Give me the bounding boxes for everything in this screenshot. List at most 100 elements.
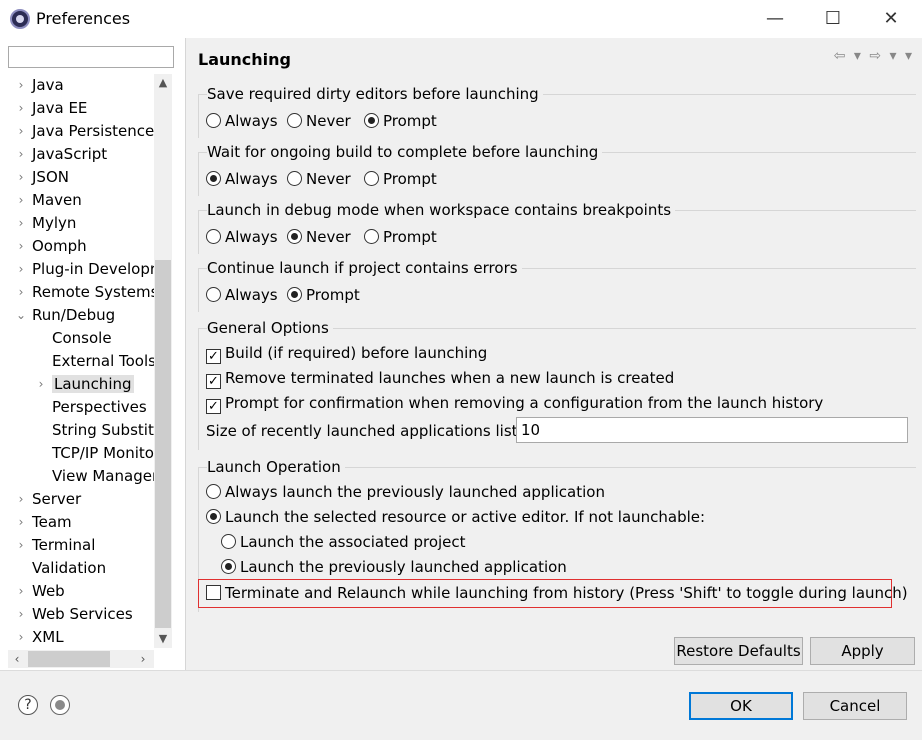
tree-item-validation[interactable]: Validation — [14, 557, 106, 579]
radio-icon[interactable] — [206, 287, 221, 302]
save-prompt-radio[interactable]: Prompt — [364, 111, 437, 131]
tree-item-view-manager[interactable]: View Manager — [34, 465, 156, 487]
tree-item-java[interactable]: › Java — [14, 74, 64, 96]
collapsed-arrow-icon[interactable]: › — [14, 580, 28, 602]
wait-never-radio[interactable]: Never — [287, 169, 351, 189]
collapsed-arrow-icon[interactable]: › — [14, 603, 28, 625]
collapsed-arrow-icon[interactable]: › — [14, 626, 28, 648]
radio-icon[interactable] — [206, 113, 221, 128]
save-always-radio[interactable]: Always — [206, 111, 278, 131]
tree-item-java-ee[interactable]: › Java EE — [14, 97, 88, 119]
debug-never-radio[interactable]: Never — [287, 227, 351, 247]
checkmark-icon[interactable]: ✓ — [206, 374, 221, 389]
scroll-left-icon[interactable]: ‹ — [8, 650, 26, 668]
tree-item-xml[interactable]: › XML — [14, 626, 64, 648]
collapsed-arrow-icon[interactable]: › — [34, 373, 48, 395]
collapsed-arrow-icon[interactable]: › — [14, 97, 28, 119]
tree-item-mylyn[interactable]: › Mylyn — [14, 212, 77, 234]
continue-always-radio[interactable]: Always — [206, 285, 278, 305]
close-button[interactable]: ✕ — [862, 0, 920, 38]
minimize-button[interactable]: — — [746, 0, 804, 38]
scroll-right-icon[interactable]: › — [134, 650, 152, 668]
radio-icon[interactable] — [206, 229, 221, 244]
prompt-confirmation-checkbox[interactable]: ✓ Prompt for confirmation when removing a… — [206, 393, 823, 414]
tree-item-run-debug[interactable]: ⌄ Run/Debug — [14, 304, 115, 326]
scroll-up-icon[interactable]: ▲ — [154, 74, 172, 92]
terminate-relaunch-checkbox[interactable]: Terminate and Relaunch while launching f… — [206, 583, 908, 603]
collapsed-arrow-icon[interactable]: › — [14, 511, 28, 533]
apply-button[interactable]: Apply — [810, 637, 915, 665]
checkbox-icon[interactable] — [206, 585, 221, 600]
radio-icon[interactable] — [364, 171, 379, 186]
debug-prompt-radio[interactable]: Prompt — [364, 227, 437, 247]
tree-item-tcp-ip-monito[interactable]: TCP/IP Monito — [34, 442, 154, 464]
tree-item-maven[interactable]: › Maven — [14, 189, 82, 211]
expanded-arrow-icon[interactable]: ⌄ — [14, 304, 28, 326]
collapsed-arrow-icon[interactable]: › — [14, 212, 28, 234]
radio-icon[interactable] — [287, 113, 302, 128]
always-launch-previous-radio[interactable]: Always launch the previously launched ap… — [206, 482, 605, 502]
hscroll-thumb[interactable] — [28, 651, 110, 667]
continue-prompt-radio[interactable]: Prompt — [287, 285, 360, 305]
radio-selected-icon[interactable] — [287, 287, 302, 302]
collapsed-arrow-icon[interactable]: › — [14, 143, 28, 165]
launch-selected-resource-radio[interactable]: Launch the selected resource or active e… — [206, 507, 705, 527]
checkmark-icon[interactable]: ✓ — [206, 399, 221, 414]
tree-item-web-services[interactable]: › Web Services — [14, 603, 133, 625]
tree-item-team[interactable]: › Team — [14, 511, 72, 533]
checkmark-icon[interactable]: ✓ — [206, 349, 221, 364]
collapsed-arrow-icon[interactable]: › — [14, 281, 28, 303]
tree-item-launching[interactable]: › Launching — [34, 373, 134, 395]
radio-icon[interactable] — [221, 534, 236, 549]
radio-selected-icon[interactable] — [364, 113, 379, 128]
wait-prompt-radio[interactable]: Prompt — [364, 169, 437, 189]
tree-item-terminal[interactable]: › Terminal — [14, 534, 96, 556]
tree-vertical-scrollbar[interactable]: ▲ ▼ — [154, 74, 172, 648]
tree-item-javascript[interactable]: › JavaScript — [14, 143, 108, 165]
tree-item-oomph[interactable]: › Oomph — [14, 235, 87, 257]
launch-previous-app-radio[interactable]: Launch the previously launched applicati… — [221, 557, 567, 577]
collapsed-arrow-icon[interactable]: › — [14, 488, 28, 510]
history-size-input[interactable] — [516, 417, 908, 443]
cancel-button[interactable]: Cancel — [803, 692, 907, 720]
remove-terminated-checkbox[interactable]: ✓ Remove terminated launches when a new l… — [206, 368, 674, 389]
build-before-launch-checkbox[interactable]: ✓ Build (if required) before launching — [206, 343, 487, 364]
restore-defaults-button[interactable]: Restore Defaults — [674, 637, 803, 665]
tree-item-string-substitu[interactable]: String Substitu — [34, 419, 156, 441]
scroll-down-icon[interactable]: ▼ — [154, 630, 172, 648]
radio-selected-icon[interactable] — [221, 559, 236, 574]
debug-always-radio[interactable]: Always — [206, 227, 278, 247]
record-macro-icon[interactable] — [50, 695, 70, 715]
collapsed-arrow-icon[interactable]: › — [14, 166, 28, 188]
radio-selected-icon[interactable] — [287, 229, 302, 244]
tree-item-server[interactable]: › Server — [14, 488, 82, 510]
radio-selected-icon[interactable] — [206, 509, 221, 524]
wait-always-radio[interactable]: Always — [206, 169, 278, 189]
ok-button[interactable]: OK — [689, 692, 793, 720]
radio-selected-icon[interactable] — [206, 171, 221, 186]
radio-icon[interactable] — [287, 171, 302, 186]
collapsed-arrow-icon[interactable]: › — [14, 120, 28, 142]
tree-item-plug-in-developr[interactable]: › Plug-in Developr — [14, 258, 156, 280]
tree-item-console[interactable]: Console — [34, 327, 112, 349]
tree-item-remote-systems[interactable]: › Remote Systems — [14, 281, 156, 303]
collapsed-arrow-icon[interactable]: › — [14, 258, 28, 280]
history-nav-icons[interactable]: ⇦ ▾ ⇨ ▾ ▾ — [834, 48, 914, 64]
collapsed-arrow-icon[interactable]: › — [14, 235, 28, 257]
scroll-thumb[interactable] — [155, 260, 171, 628]
tree-item-java-persistence[interactable]: › Java Persistence — [14, 120, 155, 142]
tree-item-perspectives[interactable]: Perspectives — [34, 396, 147, 418]
collapsed-arrow-icon[interactable]: › — [14, 74, 28, 96]
tree-item-web[interactable]: › Web — [14, 580, 65, 602]
filter-input[interactable] — [8, 46, 174, 68]
radio-icon[interactable] — [364, 229, 379, 244]
tree-horizontal-scrollbar[interactable]: ‹ › — [8, 650, 154, 668]
collapsed-arrow-icon[interactable]: › — [14, 534, 28, 556]
collapsed-arrow-icon[interactable]: › — [14, 189, 28, 211]
help-icon[interactable]: ? — [18, 695, 38, 715]
launch-associated-project-radio[interactable]: Launch the associated project — [221, 532, 466, 552]
tree-item-external-tools[interactable]: External Tools — [34, 350, 156, 372]
tree-item-json[interactable]: › JSON — [14, 166, 69, 188]
save-never-radio[interactable]: Never — [287, 111, 351, 131]
maximize-button[interactable]: ☐ — [804, 0, 862, 38]
